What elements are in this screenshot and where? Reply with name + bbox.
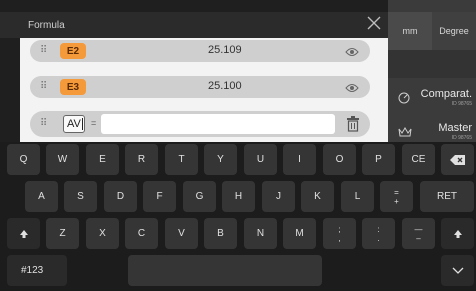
key-r[interactable]: R	[125, 144, 158, 175]
key-symbol-bottom: .	[377, 233, 380, 243]
key-a[interactable]: A	[25, 181, 58, 212]
feature-value: 25.109	[208, 44, 242, 56]
key-symbol-bottom: –	[416, 233, 421, 243]
key-u[interactable]: U	[244, 144, 277, 175]
key-symbol-top: ;	[338, 224, 341, 234]
shift-icon	[453, 229, 462, 238]
space-key[interactable]	[128, 255, 322, 286]
crown-icon	[398, 126, 412, 141]
key-n[interactable]: N	[244, 218, 277, 249]
eye-icon[interactable]	[345, 81, 359, 99]
key-symbol-bottom: ,	[338, 233, 341, 243]
on-screen-keyboard: Q W E R T Y U I O P CE A S D F G H J K L…	[0, 142, 476, 291]
feature-value: 25.100	[208, 80, 242, 92]
key-semicolon-comma[interactable]: ; ,	[323, 218, 356, 249]
key-colon-period[interactable]: : .	[362, 218, 395, 249]
name-input[interactable]: AV	[63, 115, 85, 133]
key-q[interactable]: Q	[7, 144, 40, 175]
equals-sign: =	[91, 118, 97, 128]
drag-handle-icon[interactable]: ⠿	[40, 45, 47, 56]
shift-key[interactable]	[7, 218, 40, 249]
side-blank	[388, 50, 476, 78]
backspace-icon	[449, 154, 465, 165]
key-t[interactable]: T	[165, 144, 198, 175]
list-item[interactable]: ⠿ E2 25.109	[30, 40, 370, 62]
name-input-text: AV	[67, 118, 81, 130]
key-j[interactable]: J	[262, 181, 295, 212]
key-y[interactable]: Y	[204, 144, 237, 175]
key-dash[interactable]: — –	[402, 218, 435, 249]
side-item-id: ID 98765	[451, 101, 472, 107]
key-p[interactable]: P	[362, 144, 395, 175]
list-item[interactable]: ⠿ E3 25.100	[30, 76, 370, 98]
key-o[interactable]: O	[323, 144, 356, 175]
key-b[interactable]: B	[204, 218, 237, 249]
mode-switch-key[interactable]: #123	[7, 255, 67, 286]
key-symbol-bottom: +	[394, 196, 399, 206]
return-key[interactable]: RET	[420, 181, 474, 212]
dialog-title: Formula	[28, 20, 65, 31]
key-symbol-top: =	[394, 187, 399, 197]
side-item-id: ID 98765	[451, 135, 472, 141]
feature-chip: E2	[60, 43, 86, 59]
side-item-title: Comparat.	[420, 88, 472, 100]
unit-degree-button[interactable]: Degree	[432, 12, 476, 50]
backspace-key[interactable]	[441, 144, 474, 175]
key-d[interactable]: D	[104, 181, 137, 212]
side-item-comparator[interactable]: Comparat. ID 98765	[388, 82, 476, 116]
formula-input[interactable]	[101, 114, 335, 134]
key-e[interactable]: E	[86, 144, 119, 175]
key-symbol-top: :	[377, 224, 380, 234]
key-v[interactable]: V	[165, 218, 198, 249]
trash-icon[interactable]	[346, 116, 360, 132]
key-f[interactable]: F	[143, 181, 176, 212]
key-s[interactable]: S	[64, 181, 97, 212]
key-x[interactable]: X	[86, 218, 119, 249]
key-w[interactable]: W	[46, 144, 79, 175]
key-l[interactable]: L	[341, 181, 374, 212]
chevron-down-icon	[452, 267, 463, 274]
key-clear-entry[interactable]: CE	[402, 144, 435, 175]
eye-icon[interactable]	[345, 45, 359, 63]
hide-keyboard-key[interactable]	[441, 255, 474, 286]
key-i[interactable]: I	[283, 144, 316, 175]
text-cursor	[81, 118, 83, 130]
key-m[interactable]: M	[283, 218, 316, 249]
drag-handle-icon[interactable]: ⠿	[40, 81, 47, 92]
key-symbol-top: —	[414, 224, 423, 234]
key-g[interactable]: G	[183, 181, 216, 212]
key-k[interactable]: K	[301, 181, 334, 212]
shift-key[interactable]	[441, 218, 474, 249]
unit-mm-button[interactable]: mm	[388, 12, 432, 50]
side-item-title: Master	[438, 122, 472, 134]
key-z[interactable]: Z	[46, 218, 79, 249]
key-c[interactable]: C	[125, 218, 158, 249]
close-icon[interactable]	[366, 15, 382, 31]
key-h[interactable]: H	[222, 181, 255, 212]
shift-icon	[19, 229, 28, 238]
drag-handle-icon[interactable]: ⠿	[40, 118, 47, 129]
gauge-icon	[398, 92, 410, 107]
key-equals-plus[interactable]: = +	[380, 181, 413, 212]
feature-chip: E3	[60, 79, 86, 95]
